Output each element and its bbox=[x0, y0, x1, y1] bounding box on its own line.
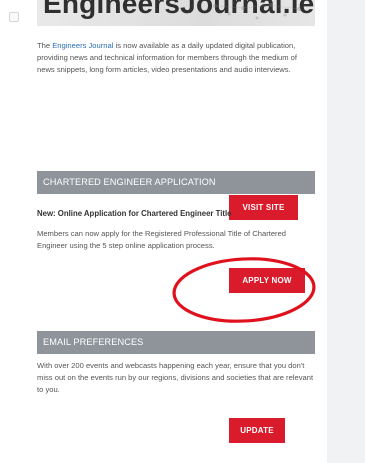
apply-now-button[interactable]: APPLY NOW bbox=[229, 268, 305, 293]
right-gutter bbox=[327, 0, 365, 463]
journal-description: The Engineers Journal is now available a… bbox=[37, 40, 315, 76]
chartered-engineer-header: CHARTERED ENGINEER APPLICATION bbox=[37, 171, 315, 194]
banner-pattern bbox=[213, 3, 301, 20]
chartered-subheading: New: Online Application for Chartered En… bbox=[37, 209, 232, 218]
update-button[interactable]: UPDATE bbox=[229, 418, 285, 443]
email-preferences-description: With over 200 events and webcasts happen… bbox=[37, 361, 314, 394]
engineers-journal-link[interactable]: Engineers Journal bbox=[52, 41, 113, 50]
row-checkbox[interactable] bbox=[9, 12, 19, 22]
visit-site-button[interactable]: VISIT SITE bbox=[229, 195, 298, 220]
engineers-journal-banner[interactable]: EngineersJournal.ie bbox=[37, 0, 315, 26]
intro-text-before: The bbox=[37, 41, 53, 50]
chartered-description: Members can now apply for the Registered… bbox=[37, 229, 287, 250]
email-preferences-header: EMAIL PREFERENCES bbox=[37, 331, 315, 354]
